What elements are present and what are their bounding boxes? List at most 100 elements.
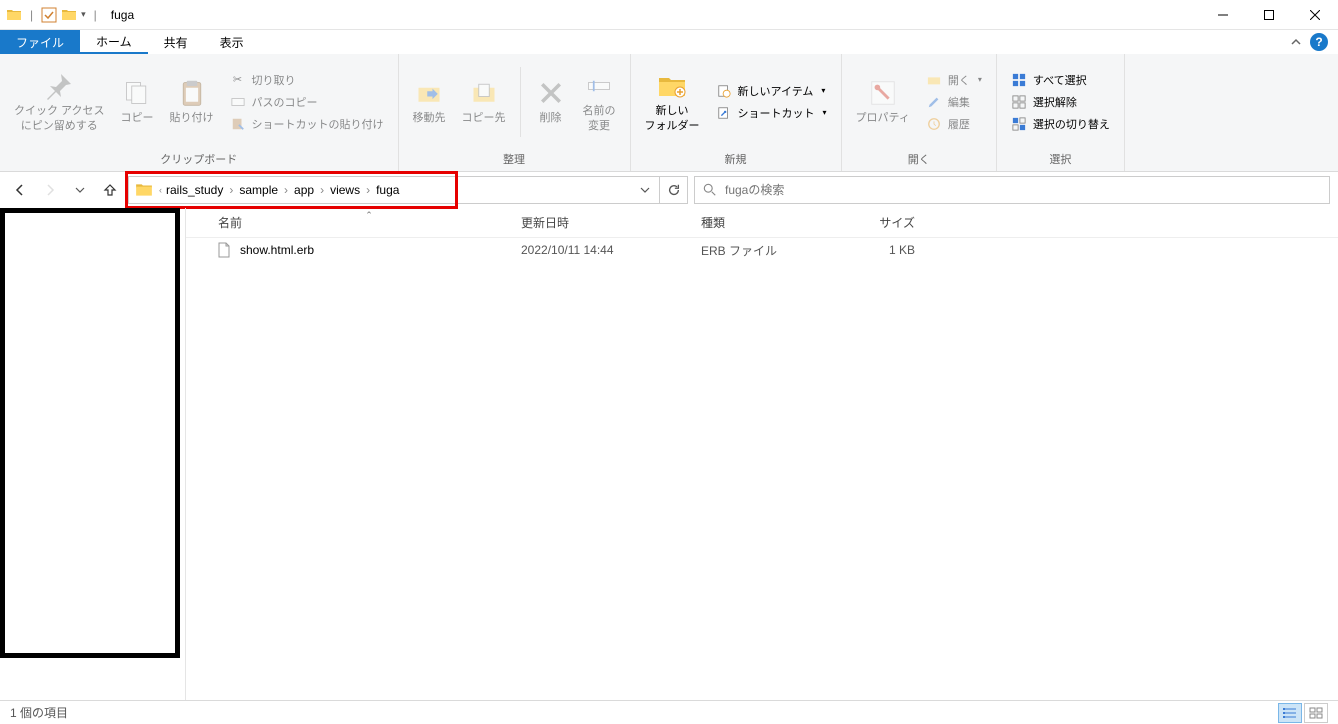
breadcrumb-item[interactable]: fuga bbox=[372, 183, 403, 197]
qat-dropdown-icon[interactable]: ▾ bbox=[81, 9, 86, 20]
address-bar[interactable]: ‹ rails_study› sample› app› views› fuga bbox=[128, 176, 688, 204]
breadcrumb-item[interactable]: app bbox=[290, 183, 318, 197]
cut-button[interactable]: ✂切り取り bbox=[224, 70, 390, 90]
copy-button[interactable]: コピー bbox=[115, 73, 160, 129]
ribbon-group-select: すべて選択 選択解除 選択の切り替え 選択 bbox=[997, 54, 1125, 171]
select-none-button[interactable]: 選択解除 bbox=[1005, 92, 1116, 112]
copy-icon bbox=[121, 77, 153, 109]
new-shortcut-button[interactable]: ショートカット▾ bbox=[710, 103, 833, 123]
open-icon bbox=[926, 72, 942, 88]
large-icons-view-button[interactable] bbox=[1304, 703, 1328, 723]
properties-button[interactable]: プロパティ bbox=[850, 73, 916, 129]
properties-icon bbox=[867, 77, 899, 109]
tab-view[interactable]: 表示 bbox=[204, 30, 260, 54]
ribbon-group-clipboard: クイック アクセス にピン留めする コピー 貼り付け ✂切り取り パスのコピー … bbox=[0, 54, 399, 171]
close-button[interactable] bbox=[1292, 0, 1338, 30]
search-input[interactable] bbox=[725, 183, 1321, 197]
status-bar: 1 個の項目 bbox=[0, 700, 1338, 724]
delete-icon bbox=[535, 77, 567, 109]
chevron-down-icon: ▾ bbox=[821, 86, 825, 95]
invert-selection-button[interactable]: 選択の切り替え bbox=[1005, 114, 1116, 134]
column-name[interactable]: 名前 bbox=[186, 214, 521, 231]
navigation-bar: ‹ rails_study› sample› app› views› fuga bbox=[0, 172, 1338, 208]
breadcrumb-item[interactable]: rails_study bbox=[162, 183, 227, 197]
chevron-right-icon[interactable]: › bbox=[229, 183, 233, 197]
recent-locations-button[interactable] bbox=[68, 178, 92, 202]
up-button[interactable] bbox=[98, 178, 122, 202]
file-name: show.html.erb bbox=[240, 243, 314, 257]
chevron-right-icon[interactable]: › bbox=[366, 183, 370, 197]
ribbon-tabs: ファイル ホーム 共有 表示 ? bbox=[0, 30, 1338, 54]
back-button[interactable] bbox=[8, 178, 32, 202]
new-folder-icon bbox=[656, 70, 688, 102]
file-size: 1 KB bbox=[851, 243, 931, 257]
delete-button[interactable]: 削除 bbox=[529, 73, 573, 129]
edit-button[interactable]: 編集 bbox=[920, 92, 988, 112]
column-type[interactable]: 種類 bbox=[701, 214, 851, 231]
search-box[interactable] bbox=[694, 176, 1330, 204]
help-icon[interactable]: ? bbox=[1310, 33, 1328, 51]
copy-to-icon bbox=[468, 77, 500, 109]
select-all-button[interactable]: すべて選択 bbox=[1005, 70, 1116, 90]
sort-indicator-icon: ⌃ bbox=[356, 210, 382, 221]
rename-button[interactable]: 名前の 変更 bbox=[577, 66, 622, 137]
checkbox-icon[interactable] bbox=[41, 7, 57, 23]
folder-small-icon[interactable] bbox=[61, 7, 77, 23]
group-label-clipboard: クリップボード bbox=[0, 149, 398, 171]
ribbon-group-organize: 移動先 コピー先 削除 名前の 変更 整理 bbox=[399, 54, 631, 171]
paste-icon bbox=[176, 77, 208, 109]
chevron-down-icon: ▾ bbox=[823, 108, 827, 117]
file-list: ⌃ 名前 更新日時 種類 サイズ show.html.erb 2022/10/1… bbox=[186, 208, 1338, 700]
chevron-right-icon[interactable]: › bbox=[284, 183, 288, 197]
history-button[interactable]: 履歴 bbox=[920, 114, 988, 134]
main-area: ⌃ 名前 更新日時 種類 サイズ show.html.erb 2022/10/1… bbox=[0, 208, 1338, 700]
move-to-button[interactable]: 移動先 bbox=[407, 73, 452, 129]
title-bar: | ▾ | fuga bbox=[0, 0, 1338, 30]
open-button[interactable]: 開く▾ bbox=[920, 70, 988, 90]
collapse-ribbon-icon[interactable] bbox=[1290, 36, 1302, 48]
chevron-down-icon: ▾ bbox=[978, 75, 982, 84]
paste-button[interactable]: 貼り付け bbox=[164, 73, 220, 129]
address-dropdown-button[interactable] bbox=[631, 177, 659, 203]
new-item-button[interactable]: 新しいアイテム▾ bbox=[710, 81, 833, 101]
cut-icon: ✂ bbox=[230, 72, 246, 88]
details-view-button[interactable] bbox=[1278, 703, 1302, 723]
tab-share[interactable]: 共有 bbox=[148, 30, 204, 54]
pin-icon bbox=[43, 70, 75, 102]
chevron-right-icon[interactable]: › bbox=[320, 183, 324, 197]
breadcrumb-item[interactable]: sample bbox=[235, 183, 282, 197]
new-folder-button[interactable]: 新しい フォルダー bbox=[639, 66, 706, 137]
move-to-icon bbox=[413, 77, 445, 109]
paste-shortcut-icon bbox=[230, 116, 246, 132]
copy-label: コピー bbox=[121, 111, 154, 125]
file-icon bbox=[216, 242, 232, 258]
ribbon: クイック アクセス にピン留めする コピー 貼り付け ✂切り取り パスのコピー … bbox=[0, 54, 1338, 172]
edit-icon bbox=[926, 94, 942, 110]
folder-icon bbox=[135, 181, 153, 199]
copy-path-button[interactable]: パスのコピー bbox=[224, 92, 390, 112]
breadcrumb-item[interactable]: views bbox=[326, 183, 364, 197]
tab-file[interactable]: ファイル bbox=[0, 30, 80, 54]
column-size[interactable]: サイズ bbox=[851, 214, 931, 231]
tab-home[interactable]: ホーム bbox=[80, 30, 148, 54]
column-date[interactable]: 更新日時 bbox=[521, 214, 701, 231]
invert-selection-icon bbox=[1011, 116, 1027, 132]
pin-to-quick-access-button[interactable]: クイック アクセス にピン留めする bbox=[8, 66, 111, 137]
paste-shortcut-button[interactable]: ショートカットの貼り付け bbox=[224, 114, 390, 134]
group-label-new: 新規 bbox=[631, 149, 841, 171]
new-item-icon bbox=[716, 83, 732, 99]
refresh-button[interactable] bbox=[659, 177, 687, 203]
forward-button[interactable] bbox=[38, 178, 62, 202]
group-label-open: 開く bbox=[842, 149, 996, 171]
select-all-icon bbox=[1011, 72, 1027, 88]
window-title: fuga bbox=[111, 8, 134, 22]
copy-to-button[interactable]: コピー先 bbox=[456, 73, 512, 129]
ribbon-group-new: 新しい フォルダー 新しいアイテム▾ ショートカット▾ 新規 bbox=[631, 54, 842, 171]
file-row[interactable]: show.html.erb 2022/10/11 14:44 ERB ファイル … bbox=[186, 238, 1338, 262]
minimize-button[interactable] bbox=[1200, 0, 1246, 30]
navigation-pane[interactable] bbox=[0, 208, 186, 700]
group-label-select: 選択 bbox=[997, 149, 1124, 171]
folder-icon bbox=[6, 7, 22, 23]
maximize-button[interactable] bbox=[1246, 0, 1292, 30]
file-type: ERB ファイル bbox=[701, 242, 851, 259]
